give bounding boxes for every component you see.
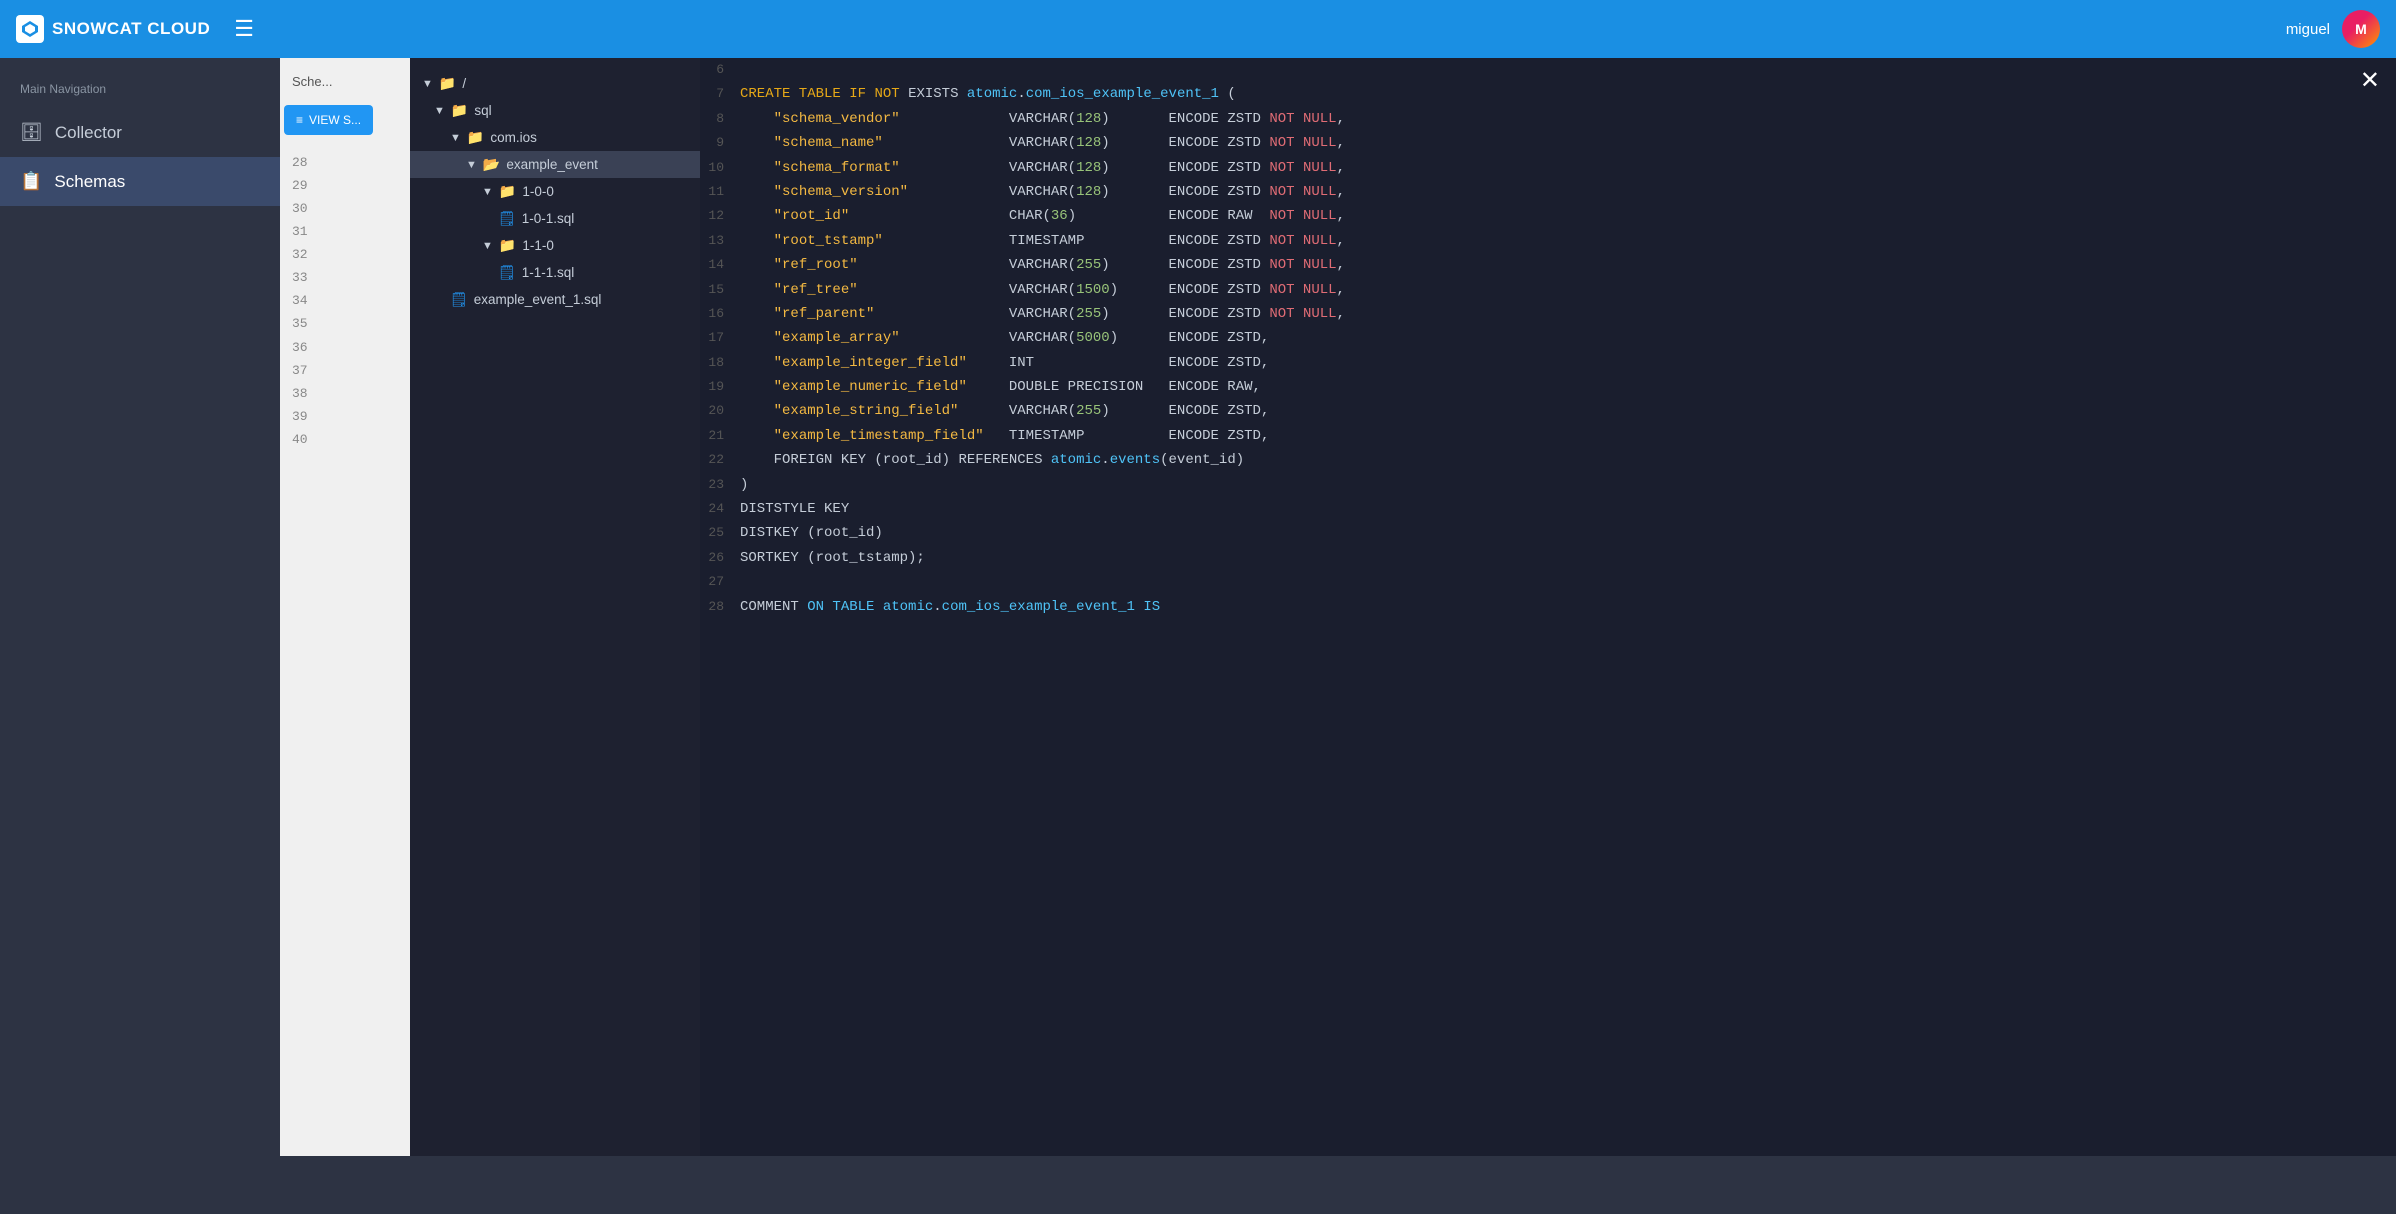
sidebar-item-collector[interactable]: 🗄 Collector: [0, 108, 280, 157]
folder-icon: 📁: [467, 129, 484, 146]
code-line-11: 11 "schema_version" VARCHAR(128) ENCODE …: [700, 180, 2396, 204]
tree-label-100: 1-0-0: [522, 184, 554, 199]
code-line-10: 10 "schema_format" VARCHAR(128) ENCODE Z…: [700, 156, 2396, 180]
code-line-16: 16 "ref_parent" VARCHAR(255) ENCODE ZSTD…: [700, 302, 2396, 326]
line-numbers-panel: 28 29 30 31 32 33 34 35 36 37 38 39 40: [280, 143, 410, 452]
header-left: SNOWCAT CLOUD ☰: [16, 12, 262, 46]
code-line-13: 13 "root_tstamp" TIMESTAMP ENCODE ZSTD N…: [700, 229, 2396, 253]
line-num-36: 36: [280, 336, 410, 359]
code-line-22: 22 FOREIGN KEY (root_id) REFERENCES atom…: [700, 448, 2396, 472]
code-line-7: 7 CREATE TABLE IF NOT EXISTS atomic.com_…: [700, 82, 2396, 106]
logo-icon: [16, 15, 44, 43]
code-line-21: 21 "example_timestamp_field" TIMESTAMP E…: [700, 424, 2396, 448]
schema-label-text: Sche...: [292, 74, 332, 89]
tree-label-comios: com.ios: [490, 130, 537, 145]
code-line-15: 15 "ref_tree" VARCHAR(1500) ENCODE ZSTD …: [700, 278, 2396, 302]
line-num-34: 34: [280, 290, 410, 313]
code-line-8: 8 "schema_vendor" VARCHAR(128) ENCODE ZS…: [700, 107, 2396, 131]
tree-item-1-0-0[interactable]: ▼ 📁 1-0-0: [410, 178, 700, 205]
tree-item-sql[interactable]: ▼ 📁 sql: [410, 97, 700, 124]
file-sql-icon: 🗒: [498, 210, 516, 227]
file-sql-icon: 🗒: [498, 264, 516, 281]
folder-selected-icon: 📂: [483, 156, 500, 173]
header: SNOWCAT CLOUD ☰ miguel M: [0, 0, 2396, 58]
code-line-24: 24 DISTSTYLE KEY: [700, 497, 2396, 521]
folder-icon: 📁: [451, 102, 468, 119]
tree-label-110: 1-1-0: [522, 238, 554, 253]
tree-item-example-event-1-sql[interactable]: 🗒 example_event_1.sql: [410, 286, 700, 313]
logo: SNOWCAT CLOUD: [16, 15, 210, 43]
code-line-23: 23 ): [700, 473, 2396, 497]
tree-item-1-1-1-sql[interactable]: 🗒 1-1-1.sql: [410, 259, 700, 286]
tree-label-111sql: 1-1-1.sql: [522, 265, 575, 280]
view-sql-label: VIEW S...: [309, 113, 361, 127]
arrow-icon: ▼: [434, 105, 445, 117]
sidebar-item-schemas[interactable]: 📋 Schemas: [0, 157, 280, 206]
schemas-icon: 📋: [20, 171, 42, 192]
code-line-14: 14 "ref_root" VARCHAR(255) ENCODE ZSTD N…: [700, 253, 2396, 277]
hamburger-button[interactable]: ☰: [226, 12, 262, 46]
tree-label-example-event-1-sql: example_event_1.sql: [474, 292, 602, 307]
sidebar-item-label-collector: Collector: [55, 123, 122, 143]
line-num-30: 30: [280, 197, 410, 220]
code-line-17: 17 "example_array" VARCHAR(5000) ENCODE …: [700, 326, 2396, 350]
tree-item-example-event[interactable]: ▼ 📂 example_event: [410, 151, 700, 178]
folder-icon: 📁: [499, 237, 516, 254]
line-num-38: 38: [280, 382, 410, 405]
file-tree-panel: ▼ 📁 / ▼ 📁 sql ▼ 📁 com.ios ▼ 📂 example_ev…: [410, 58, 700, 1156]
tree-label-sql: sql: [474, 103, 491, 118]
arrow-icon: ▼: [450, 132, 461, 144]
sidebar-item-label-schemas: Schemas: [54, 172, 125, 192]
line-num-37: 37: [280, 359, 410, 382]
code-line-18: 18 "example_integer_field" INT ENCODE ZS…: [700, 351, 2396, 375]
line-num-28: 28: [280, 151, 410, 174]
tree-label-101sql: 1-0-1.sql: [522, 211, 575, 226]
view-sql-icon: ≡: [296, 113, 303, 127]
main-layout: Main Navigation 🗄 Collector 📋 Schemas Sc…: [0, 58, 2396, 1156]
code-line-12: 12 "root_id" CHAR(36) ENCODE RAW NOT NUL…: [700, 204, 2396, 228]
file-js-icon: 🗒: [450, 291, 468, 308]
code-line-27: 27: [700, 570, 2396, 594]
folder-icon: 📁: [439, 75, 456, 92]
close-button[interactable]: ✕: [2360, 66, 2380, 95]
line-num-31: 31: [280, 220, 410, 243]
code-line-9: 9 "schema_name" VARCHAR(128) ENCODE ZSTD…: [700, 131, 2396, 155]
sidebar: Main Navigation 🗄 Collector 📋 Schemas: [0, 58, 280, 1156]
code-line-6: 6: [700, 58, 2396, 82]
tree-label-example-event: example_event: [506, 157, 598, 172]
collector-icon: 🗄: [20, 122, 43, 143]
code-line-26: 26 SORTKEY (root_tstamp);: [700, 546, 2396, 570]
tree-item-root[interactable]: ▼ 📁 /: [410, 70, 700, 97]
code-line-25: 25 DISTKEY (root_id): [700, 521, 2396, 545]
line-num-32: 32: [280, 244, 410, 267]
tree-item-comios[interactable]: ▼ 📁 com.ios: [410, 124, 700, 151]
middle-panel-content: Sche... ≡ VIEW S... 28 29 30 31 32 33 34…: [280, 58, 410, 460]
user-name: miguel: [2286, 21, 2330, 38]
sidebar-nav-label: Main Navigation: [0, 74, 280, 108]
code-line-20: 20 "example_string_field" VARCHAR(255) E…: [700, 399, 2396, 423]
arrow-icon: ▼: [466, 159, 477, 171]
arrow-icon: ▼: [482, 240, 493, 252]
code-panel[interactable]: ✕ 6 7 CREATE TABLE IF NOT EXISTS atomic.…: [700, 58, 2396, 1156]
folder-icon: 📁: [499, 183, 516, 200]
tree-item-1-1-0[interactable]: ▼ 📁 1-1-0: [410, 232, 700, 259]
tree-label-root: /: [462, 76, 466, 91]
avatar: M: [2342, 10, 2380, 48]
line-num-35: 35: [280, 313, 410, 336]
code-line-19: 19 "example_numeric_field" DOUBLE PRECIS…: [700, 375, 2396, 399]
view-sql-button[interactable]: ≡ VIEW S...: [284, 105, 373, 135]
code-line-28: 28 COMMENT ON TABLE atomic.com_ios_examp…: [700, 595, 2396, 619]
line-num-40: 40: [280, 429, 410, 452]
tree-item-1-0-1-sql[interactable]: 🗒 1-0-1.sql: [410, 205, 700, 232]
line-num-33: 33: [280, 267, 410, 290]
schema-label: Sche...: [280, 66, 410, 97]
header-right: miguel M: [2286, 10, 2380, 48]
middle-panel: Sche... ≡ VIEW S... 28 29 30 31 32 33 34…: [280, 58, 410, 1156]
line-num-39: 39: [280, 406, 410, 429]
logo-text: SNOWCAT CLOUD: [52, 19, 210, 39]
line-num-29: 29: [280, 174, 410, 197]
arrow-icon: ▼: [482, 186, 493, 198]
arrow-icon: ▼: [422, 78, 433, 90]
